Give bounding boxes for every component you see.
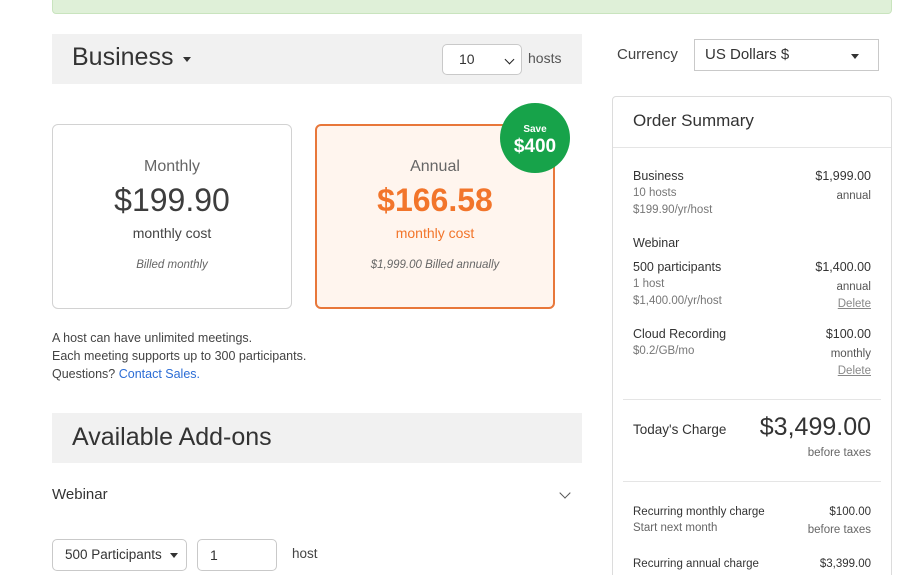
annual-cost-label: monthly cost — [395, 225, 475, 241]
plan-info: A host can have unlimited meetings. Each… — [52, 329, 306, 383]
business-rate: $199.90/yr/host — [633, 204, 713, 216]
participants-select[interactable]: 500 Participants — [52, 539, 187, 571]
business-price: $1,999.00 — [815, 169, 871, 183]
info-line-3: Questions? Contact Sales. — [52, 365, 306, 383]
monthly-price: $199.90 — [114, 182, 230, 218]
summary-item-cloud-recording: Cloud Recording $100.00 $0.2/GB/mo month… — [633, 327, 871, 377]
chevron-down-icon — [559, 487, 571, 499]
webinar-price: $1,400.00 — [815, 260, 871, 274]
webinar-addon-toggle[interactable]: Webinar — [52, 486, 577, 506]
monthly-cost-label: monthly cost — [132, 225, 212, 241]
summary-item-business: Business $1,999.00 10 hosts annual $199.… — [633, 169, 871, 219]
plan-header: Business 10 hosts — [52, 34, 582, 84]
monthly-billing-note: Billed monthly — [136, 259, 208, 271]
info-line-2: Each meeting supports up to 300 particip… — [52, 349, 307, 363]
host-count-select[interactable]: 10 — [442, 44, 522, 75]
recurring-annual-amount: $3,399.00 — [819, 558, 871, 570]
todays-charge-label: Today's Charge — [633, 422, 727, 437]
divider — [613, 147, 891, 148]
participants-value: 500 Participants — [65, 547, 162, 562]
summary-item-webinar: 500 participants $1,400.00 1 host annual… — [633, 260, 871, 310]
save-badge-word: Save — [523, 124, 547, 135]
webinar-hosts: 1 host — [633, 278, 665, 290]
monthly-plan-card[interactable]: Monthly $199.90 monthly cost Billed mont… — [52, 124, 292, 309]
business-hosts: 10 hosts — [633, 187, 677, 199]
addons-title: Available Add-ons — [72, 423, 272, 451]
addons-header: Available Add-ons — [52, 413, 582, 463]
caret-down-icon — [183, 56, 192, 62]
webinar-addon-label: Webinar — [52, 486, 108, 503]
recurring-annual-charge: Recurring annual charge $3,399.00 — [633, 558, 871, 570]
recurring-monthly-charge: Recurring monthly charge $100.00 Start n… — [633, 506, 871, 536]
annual-billing-note: $1,999.00 Billed annually — [370, 259, 500, 271]
summary-section-webinar: Webinar — [633, 236, 680, 250]
order-summary-panel: Order Summary Business $1,999.00 10 host… — [612, 96, 892, 575]
success-banner — [52, 0, 892, 14]
caret-down-icon — [851, 54, 859, 59]
order-summary-title: Order Summary — [633, 111, 754, 130]
todays-charge-amount: $3,499.00 — [759, 413, 871, 441]
chevron-down-icon — [504, 54, 515, 65]
todays-charge-note: before taxes — [807, 447, 871, 459]
divider — [623, 399, 881, 400]
webinar-delete-link[interactable]: Delete — [838, 296, 871, 313]
info-line-1: A host can have unlimited meetings. — [52, 331, 253, 345]
webinar-period: annual — [836, 281, 871, 293]
divider — [623, 481, 881, 482]
host-count-value: 10 — [459, 51, 475, 67]
business-period: annual — [836, 190, 871, 202]
recurring-monthly-note: before taxes — [807, 524, 871, 536]
currency-label: Currency — [617, 46, 678, 63]
cloud-price: $100.00 — [825, 327, 871, 341]
cloud-delete-link[interactable]: Delete — [838, 363, 871, 380]
monthly-label: Monthly — [143, 158, 201, 175]
webinar-rate: $1,400.00/yr/host — [633, 295, 722, 307]
plan-dropdown[interactable]: Business — [72, 43, 192, 72]
caret-down-icon — [170, 553, 178, 558]
annual-price: $166.58 — [377, 182, 493, 218]
host-unit-label: host — [292, 546, 318, 561]
save-badge-amount: $400 — [513, 136, 557, 157]
hosts-label: hosts — [528, 50, 562, 66]
cloud-period: monthly — [830, 348, 871, 360]
plan-name: Business — [72, 43, 174, 71]
webinar-host-count-input[interactable] — [197, 539, 277, 571]
currency-select[interactable]: US Dollars $ — [694, 39, 879, 71]
recurring-monthly-amount: $100.00 — [829, 506, 871, 518]
contact-sales-link[interactable]: Contact Sales. — [119, 367, 200, 381]
currency-value: US Dollars $ — [705, 46, 790, 63]
save-badge: Save $400 — [500, 103, 570, 173]
questions-text: Questions? — [52, 367, 116, 381]
